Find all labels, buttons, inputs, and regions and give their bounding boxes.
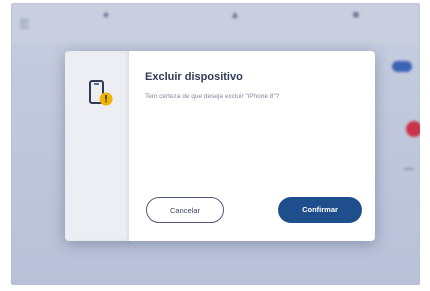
divider (404, 168, 414, 170)
tab-location: ▲ (200, 9, 270, 21)
dialog-title: Excluir dispositivo (145, 71, 243, 83)
delete-device-dialog: Excluir dispositivo Tem certeza de que d… (65, 51, 375, 241)
menu-icon: ☰ (19, 17, 30, 31)
device-screen: ☰ ● ▲ ■ Excluir dispositivo Tem certeza … (11, 3, 420, 285)
home-icon: ● (102, 9, 110, 21)
cancel-button[interactable]: Cancelar (146, 197, 224, 223)
dialog-message: Tem certeza de que deseja excluir "iPhon… (145, 93, 280, 100)
tab-home: ● (71, 9, 141, 21)
phone-warning-icon (89, 80, 113, 106)
tab-devices: ■ (321, 9, 391, 21)
confirm-button[interactable]: Confirmar (278, 197, 362, 223)
dialog-icon-panel (65, 51, 129, 241)
devices-icon: ■ (352, 9, 360, 21)
toggle-switch (392, 61, 412, 72)
location-icon: ▲ (229, 9, 241, 21)
top-navigation: ☰ ● ▲ ■ (11, 3, 420, 43)
red-badge (406, 121, 420, 137)
